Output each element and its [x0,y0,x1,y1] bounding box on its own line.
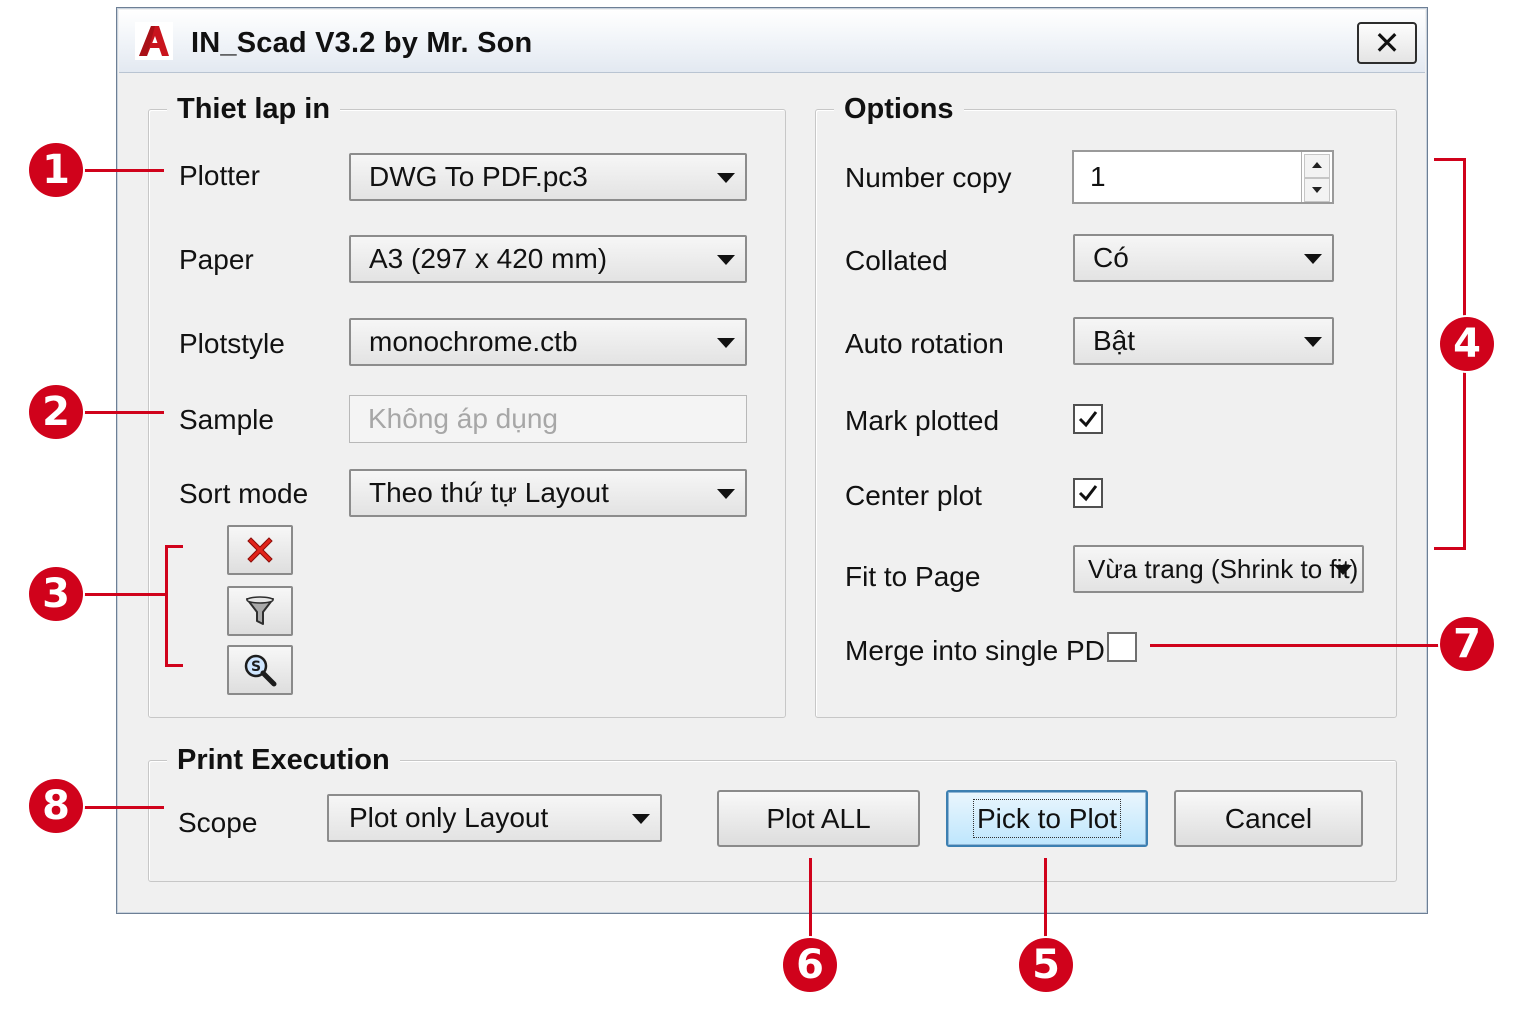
delete-button[interactable] [227,525,293,575]
window-title: IN_Scad V3.2 by Mr. Son [191,27,533,59]
callout-6-line [809,858,812,940]
sample-label: Sample [179,404,274,435]
plotstyle-dropdown[interactable]: monochrome.ctb [349,318,747,366]
callout-3-badge: 3 [29,567,83,621]
callout-8-line [80,806,164,809]
number-copy-value: 1 [1090,161,1106,192]
callout-6-badge: 6 [783,938,837,992]
callout-5-badge: 5 [1019,938,1073,992]
plotstyle-value: monochrome.ctb [369,326,578,357]
scope-dropdown[interactable]: Plot only Layout [327,794,662,842]
callout-3-bracket [165,545,168,667]
sort-mode-label: Sort mode [179,478,309,509]
plot-all-button[interactable]: Plot ALL [717,790,920,847]
fit-to-page-dropdown[interactable]: Vừa trang (Shrink to fit) [1073,545,1364,593]
close-icon: ✕ [1373,25,1401,61]
paper-value: A3 (297 x 420 mm) [369,243,608,274]
collated-label: Collated [845,245,948,276]
callout-3-bracket-bottom [165,664,183,667]
search-icon: S [244,654,277,687]
plotter-label: Plotter [179,160,260,191]
callout-3-line [80,593,166,596]
svg-text:S: S [251,659,261,675]
chevron-down-icon [1334,565,1352,575]
plotter-dropdown[interactable]: DWG To PDF.pc3 [349,153,747,201]
chevron-down-icon [717,489,735,499]
callout-7-badge: 7 [1440,617,1494,671]
fit-to-page-value: Vừa trang (Shrink to fit) [1088,554,1359,584]
callout-4-badge: 4 [1440,317,1494,371]
checkmark-icon [1078,485,1098,502]
callout-2-line [80,411,164,414]
collated-value: Có [1093,242,1129,273]
plot-dialog: IN_Scad V3.2 by Mr. Son ✕ Thiet lap in P… [116,7,1428,914]
plotstyle-label: Plotstyle [179,328,285,359]
scope-value: Plot only Layout [349,802,549,833]
fit-to-page-label: Fit to Page [845,561,981,592]
number-copy-label: Number copy [845,162,1012,193]
select-search-button[interactable]: S [227,645,293,695]
paper-dropdown[interactable]: A3 (297 x 420 mm) [349,235,747,283]
filter-button[interactable] [227,586,293,636]
chevron-down-icon [717,338,735,348]
center-plot-label: Center plot [845,480,982,511]
auto-rotation-dropdown[interactable]: Bật [1073,317,1334,365]
stepper-buttons [1301,152,1332,202]
mark-plotted-label: Mark plotted [845,405,1000,436]
sort-mode-dropdown[interactable]: Theo thứ tự Layout [349,469,747,517]
merge-pdf-label: Merge into single PDF [845,635,1123,666]
cancel-button[interactable]: Cancel [1174,790,1363,847]
plot-setup-group-title: Thiet lap in [167,93,341,126]
auto-rotation-label: Auto rotation [845,328,1004,359]
delete-icon [247,537,273,563]
callout-1-badge: 1 [29,143,83,197]
plotter-value: DWG To PDF.pc3 [369,161,588,192]
close-button[interactable]: ✕ [1357,22,1417,64]
callout-1-line [80,169,164,172]
center-plot-checkbox[interactable] [1073,478,1103,508]
decrement-arrow-icon[interactable] [1304,178,1330,202]
pick-to-plot-label: Pick to Plot [972,799,1122,838]
title-bar: IN_Scad V3.2 by Mr. Son ✕ [119,10,1425,73]
chevron-down-icon [717,173,735,183]
chevron-down-icon [1304,337,1322,347]
paper-label: Paper [179,244,254,275]
callout-8-badge: 8 [29,779,83,833]
filter-icon [246,596,274,625]
sample-field: Không áp dụng [349,395,747,443]
autocad-logo-icon [135,22,173,60]
checkmark-icon [1078,411,1098,428]
collated-dropdown[interactable]: Có [1073,234,1334,282]
callout-5-line [1044,858,1047,940]
chevron-down-icon [1304,254,1322,264]
cancel-label: Cancel [1224,803,1313,834]
chevron-down-icon [717,255,735,265]
plot-setup-group: Thiet lap in Plotter DWG To PDF.pc3 Pape… [148,93,786,718]
callout-7-line [1150,644,1442,647]
pick-to-plot-button[interactable]: Pick to Plot [946,790,1148,847]
options-group-title: Options [834,93,964,126]
mark-plotted-checkbox[interactable] [1073,404,1103,434]
print-execution-group-title: Print Execution [167,744,400,777]
number-copy-stepper[interactable]: 1 [1072,150,1334,204]
scope-label: Scope [178,807,258,838]
callout-2-badge: 2 [29,385,83,439]
plot-all-label: Plot ALL [766,803,871,834]
auto-rotation-value: Bật [1093,325,1136,356]
increment-arrow-icon[interactable] [1304,154,1330,178]
chevron-down-icon [632,814,650,824]
callout-4-bracket-top [1434,158,1465,161]
merge-pdf-checkbox[interactable] [1107,632,1137,662]
callout-4-bracket-bottom [1434,547,1465,550]
callout-3-bracket-top [165,545,183,548]
sort-mode-value: Theo thứ tự Layout [369,477,609,508]
